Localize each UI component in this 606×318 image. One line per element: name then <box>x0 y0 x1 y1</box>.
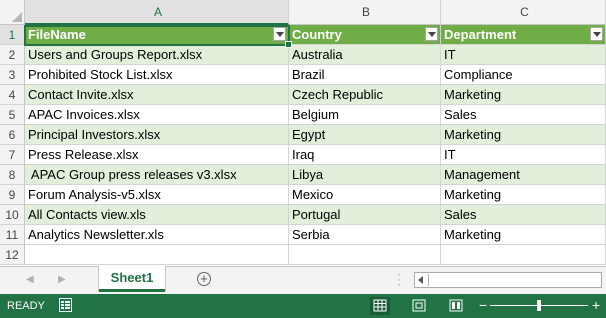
table-cell[interactable]: Marketing <box>441 125 606 145</box>
row-header[interactable]: 3 <box>0 65 25 85</box>
table-cell[interactable]: APAC Group press releases v3.xlsx <box>25 165 289 185</box>
table-cell[interactable]: Czech Republic <box>289 85 441 105</box>
table-cell[interactable]: Principal Investors.xlsx <box>25 125 289 145</box>
table-row: 9 Forum Analysis-v5.xlsx Mexico Marketin… <box>0 185 606 205</box>
table-cell[interactable]: Prohibited Stock List.xlsx <box>25 65 289 85</box>
status-bar: READY − + <box>0 294 606 318</box>
filter-dropdown-icon[interactable] <box>425 27 438 41</box>
table-row: 4 Contact Invite.xlsx Czech Republic Mar… <box>0 85 606 105</box>
horizontal-scrollbar[interactable] <box>414 272 602 288</box>
row-header[interactable]: 11 <box>0 225 25 245</box>
row-header[interactable]: 8 <box>0 165 25 185</box>
table-cell[interactable] <box>289 245 441 265</box>
table-row: 2 Users and Groups Report.xlsx Australia… <box>0 45 606 65</box>
table-cell[interactable]: Iraq <box>289 145 441 165</box>
header-cell-country[interactable]: Country <box>289 25 441 45</box>
status-ready: READY <box>7 300 45 312</box>
table-cell[interactable]: Management <box>441 165 606 185</box>
table-cell[interactable]: Serbia <box>289 225 441 245</box>
scroll-left-icon[interactable] <box>418 276 423 284</box>
zoom-slider-knob[interactable] <box>537 300 541 311</box>
page-layout-view-icon[interactable] <box>409 297 429 315</box>
table-cell[interactable]: IT <box>441 45 606 65</box>
sheet-tab-bar: ◀ ▶ Sheet1 + · · · <box>0 266 606 294</box>
filter-dropdown-icon[interactable] <box>590 27 603 41</box>
table-cell[interactable]: Libya <box>289 165 441 185</box>
row-header[interactable]: 1 <box>0 25 25 45</box>
row-header[interactable]: 2 <box>0 45 25 65</box>
table-cell[interactable]: Marketing <box>441 185 606 205</box>
table-cell[interactable]: Sales <box>441 205 606 225</box>
table-cell[interactable]: Forum Analysis-v5.xlsx <box>25 185 289 205</box>
table-cell[interactable]: Australia <box>289 45 441 65</box>
add-sheet-icon[interactable]: + <box>197 272 211 286</box>
table-cell[interactable]: Contact Invite.xlsx <box>25 85 289 105</box>
table-row: 6 Principal Investors.xlsx Egypt Marketi… <box>0 125 606 145</box>
table-cell[interactable]: Mexico <box>289 185 441 205</box>
row-header[interactable]: 9 <box>0 185 25 205</box>
column-header-row: A B C <box>0 0 606 25</box>
header-label: Department <box>444 27 517 42</box>
zoom-in-button[interactable]: + <box>592 297 600 313</box>
table-cell[interactable]: Marketing <box>441 225 606 245</box>
table-cell[interactable]: Users and Groups Report.xlsx <box>25 45 289 65</box>
header-label: Country <box>292 27 342 42</box>
table-cell[interactable]: Sales <box>441 105 606 125</box>
column-header-b[interactable]: B <box>289 0 441 25</box>
splitter-dots-icon[interactable]: · · · <box>397 268 401 290</box>
header-cell-department[interactable]: Department <box>441 25 606 45</box>
table-cell[interactable] <box>25 245 289 265</box>
next-sheet-icon[interactable]: ▶ <box>58 274 66 285</box>
table-row: 10 All Contacts view.xls Portugal Sales <box>0 205 606 225</box>
table-cell[interactable]: Analytics Newsletter.xls <box>25 225 289 245</box>
macro-recording-icon[interactable] <box>59 298 72 312</box>
spreadsheet-grid: A B C 1 FileName Country Department 2 Us… <box>0 0 606 266</box>
row-header[interactable]: 5 <box>0 105 25 125</box>
prev-sheet-icon[interactable]: ◀ <box>26 274 34 285</box>
table-row: 12 <box>0 245 606 265</box>
header-cell-filename[interactable]: FileName <box>25 25 289 45</box>
table-cell[interactable]: Egypt <box>289 125 441 145</box>
table-row: 5 APAC Invoices.xlsx Belgium Sales <box>0 105 606 125</box>
select-all-corner[interactable] <box>0 0 25 25</box>
table-cell[interactable]: Press Release.xlsx <box>25 145 289 165</box>
table-row: 3 Prohibited Stock List.xlsx Brazil Comp… <box>0 65 606 85</box>
row-header[interactable]: 10 <box>0 205 25 225</box>
column-header-a[interactable]: A <box>25 0 289 25</box>
table-cell[interactable]: Marketing <box>441 85 606 105</box>
sheet-tab[interactable]: Sheet1 <box>99 266 165 292</box>
row-header[interactable]: 6 <box>0 125 25 145</box>
row-header[interactable]: 7 <box>0 145 25 165</box>
column-header-c[interactable]: C <box>441 0 606 25</box>
table-cell[interactable]: Brazil <box>289 65 441 85</box>
normal-view-icon[interactable] <box>370 297 390 315</box>
table-cell[interactable]: Compliance <box>441 65 606 85</box>
table-cell[interactable]: Portugal <box>289 205 441 225</box>
table-cell[interactable]: All Contacts view.xls <box>25 205 289 225</box>
row-header[interactable]: 4 <box>0 85 25 105</box>
filter-dropdown-icon[interactable] <box>273 27 286 41</box>
row-header[interactable]: 12 <box>0 245 25 265</box>
table-cell[interactable] <box>441 245 606 265</box>
page-break-view-icon[interactable] <box>446 297 466 315</box>
table-header-row: 1 FileName Country Department <box>0 25 606 45</box>
zoom-out-button[interactable]: − <box>479 297 487 313</box>
scrollbar-thumb[interactable] <box>428 274 599 286</box>
table-cell[interactable]: Belgium <box>289 105 441 125</box>
table-cell[interactable]: IT <box>441 145 606 165</box>
table-row: 7 Press Release.xlsx Iraq IT <box>0 145 606 165</box>
header-label: FileName <box>28 27 86 42</box>
table-row: 8 APAC Group press releases v3.xlsx Liby… <box>0 165 606 185</box>
table-cell[interactable]: APAC Invoices.xlsx <box>25 105 289 125</box>
table-row: 11 Analytics Newsletter.xls Serbia Marke… <box>0 225 606 245</box>
